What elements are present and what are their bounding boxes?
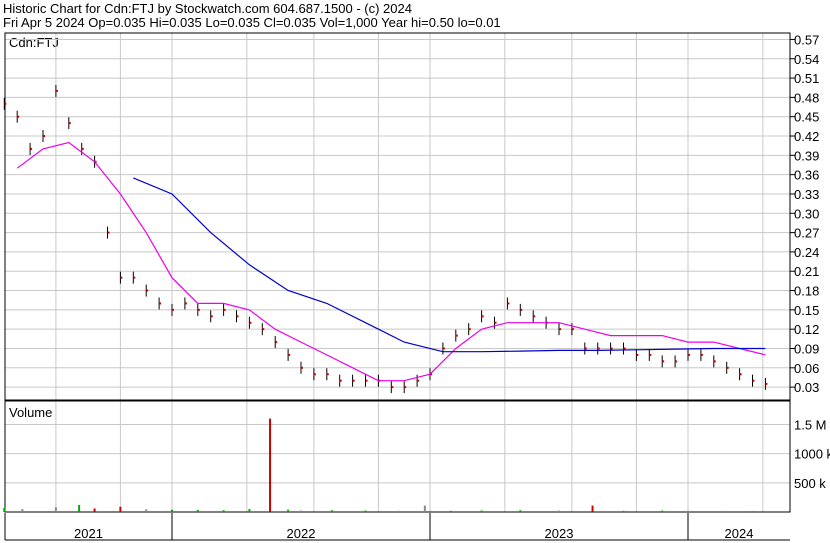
price-tick-label: 0.36 xyxy=(794,168,819,183)
close-point xyxy=(4,102,7,105)
close-point xyxy=(197,308,200,311)
close-point xyxy=(81,147,84,150)
close-point xyxy=(507,302,510,305)
price-tick-label: 0.15 xyxy=(794,303,819,318)
volume-tick-label: 500 k xyxy=(794,476,826,491)
close-point xyxy=(636,353,639,356)
volume-tick-label: 1000 k xyxy=(794,447,830,462)
close-point xyxy=(649,353,652,356)
close-point xyxy=(159,302,162,305)
chart-gridlines xyxy=(5,33,795,512)
close-point xyxy=(726,366,729,369)
volume-tick-label: 1.5 M xyxy=(794,418,827,433)
price-tick-label: 0.03 xyxy=(794,380,819,395)
close-point xyxy=(481,315,484,318)
volume-bars xyxy=(3,418,754,512)
moving-average-long-line xyxy=(133,177,766,353)
price-tick-label: 0.30 xyxy=(794,206,819,221)
close-point xyxy=(210,315,213,318)
year-tick-label: 2022 xyxy=(287,526,316,541)
close-point xyxy=(68,122,71,125)
price-tick-label: 0.54 xyxy=(794,52,819,67)
close-point xyxy=(146,289,149,292)
price-tick-label: 0.51 xyxy=(794,71,819,86)
close-point xyxy=(223,308,226,311)
close-point xyxy=(765,382,768,385)
close-point xyxy=(339,379,342,382)
close-point xyxy=(442,347,445,350)
price-tick-label: 0.09 xyxy=(794,341,819,356)
close-point xyxy=(262,328,265,331)
year-tick-label: 2024 xyxy=(725,526,754,541)
close-point xyxy=(301,366,303,369)
close-point xyxy=(417,379,420,382)
close-point xyxy=(352,379,355,382)
price-tick-label: 0.42 xyxy=(794,129,819,144)
close-point xyxy=(184,302,187,305)
close-point xyxy=(662,360,665,363)
close-point xyxy=(107,231,110,234)
close-point xyxy=(404,386,407,389)
price-panel-frame xyxy=(4,32,791,401)
close-point xyxy=(752,379,755,382)
close-point xyxy=(571,328,574,331)
close-point xyxy=(365,379,368,382)
close-point xyxy=(739,373,742,376)
chart-tick-labels: 0.03 0.06 0.09 0.12 0.15 0.18 0.21 0.24 0.27 0.30… xyxy=(74,32,830,541)
close-point xyxy=(133,276,136,279)
price-tick-label: 0.12 xyxy=(794,322,819,337)
price-tick-label: 0.57 xyxy=(794,32,819,47)
close-point xyxy=(249,321,252,324)
price-tick-label: 0.45 xyxy=(794,110,819,125)
close-point xyxy=(55,89,58,92)
moving-average-short-line xyxy=(16,141,766,382)
close-point xyxy=(30,147,33,150)
close-point xyxy=(172,308,174,311)
close-point xyxy=(391,386,394,389)
close-point xyxy=(313,373,316,376)
close-point xyxy=(675,360,678,363)
close-point xyxy=(455,334,458,337)
close-point xyxy=(288,353,291,356)
close-point xyxy=(700,353,703,356)
price-series xyxy=(3,84,768,394)
price-tick-label: 0.06 xyxy=(794,361,819,376)
close-point xyxy=(623,347,626,350)
close-point xyxy=(713,360,716,363)
close-point xyxy=(236,315,239,318)
chart-canvas: 0.03 0.06 0.09 0.12 0.15 0.18 0.21 0.24 0.27 0.30… xyxy=(3,32,830,541)
close-point xyxy=(688,353,690,356)
price-tick-label: 0.21 xyxy=(794,264,819,279)
price-tick-label: 0.18 xyxy=(794,284,819,299)
close-point xyxy=(120,276,123,279)
price-tick-label: 0.33 xyxy=(794,187,819,202)
price-tick-label: 0.27 xyxy=(794,226,819,241)
price-tick-label: 0.39 xyxy=(794,148,819,163)
close-point xyxy=(533,315,536,318)
close-point xyxy=(584,347,587,350)
chart-panel-frames xyxy=(4,32,791,541)
close-point xyxy=(275,341,278,344)
close-point xyxy=(468,328,471,331)
price-tick-label: 0.24 xyxy=(794,245,819,260)
year-tick-label: 2021 xyxy=(74,526,103,541)
close-point xyxy=(597,347,600,350)
close-point xyxy=(559,328,561,331)
volume-panel-frame xyxy=(4,400,791,513)
year-tick-label: 2023 xyxy=(545,526,574,541)
price-tick-label: 0.48 xyxy=(794,90,819,105)
close-point xyxy=(17,115,20,118)
close-point xyxy=(610,347,613,350)
close-point xyxy=(326,373,329,376)
close-point xyxy=(520,308,523,311)
close-point xyxy=(494,321,497,324)
close-point xyxy=(43,135,45,138)
